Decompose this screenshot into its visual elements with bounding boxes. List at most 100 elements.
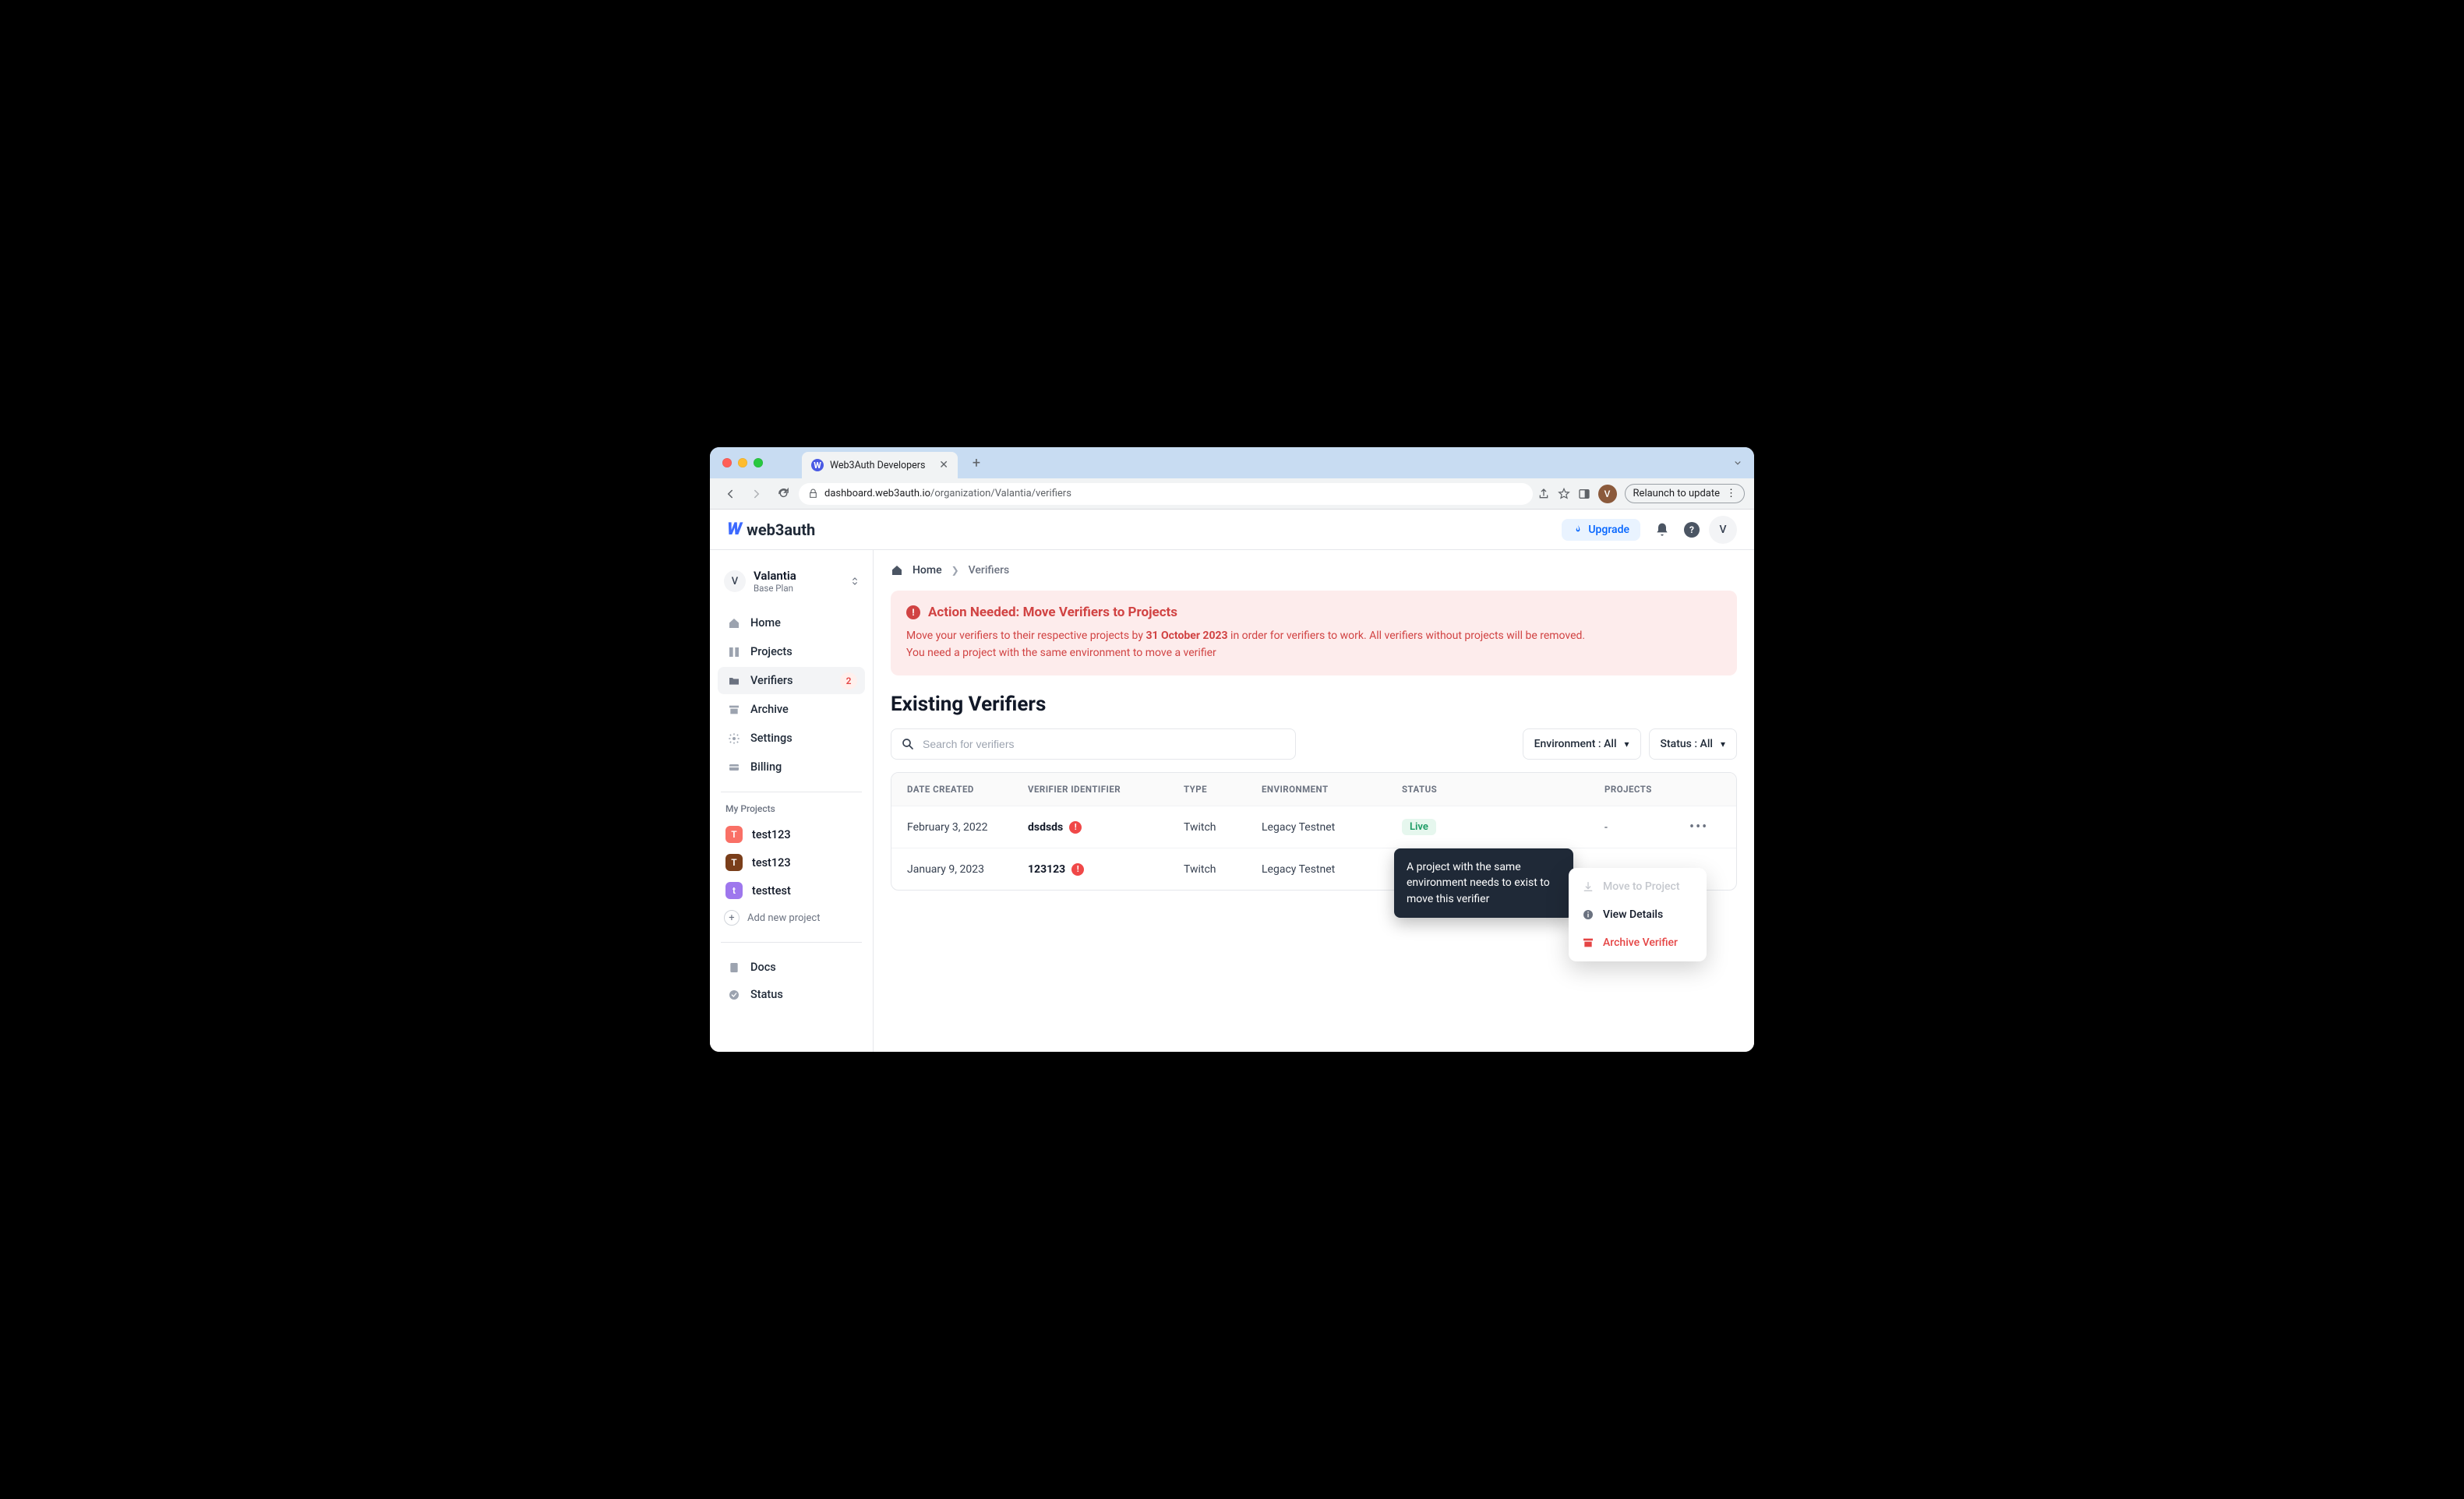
flame-icon — [1573, 524, 1583, 535]
lock-icon — [808, 488, 818, 499]
archive-icon — [1581, 936, 1595, 949]
divider — [721, 942, 862, 943]
sidebar-item-status[interactable]: Status — [718, 981, 865, 1008]
sidebar-item-billing[interactable]: Billing — [718, 753, 865, 781]
alert-icon: ! — [906, 605, 920, 619]
url-path: /organization/Valantia/verifiers — [930, 488, 1071, 499]
share-icon[interactable] — [1537, 488, 1550, 500]
col-type: TYPE — [1184, 784, 1262, 795]
breadcrumb: Home ❯ Verifiers — [891, 564, 1737, 577]
page-title: Existing Verifiers — [891, 693, 1737, 716]
profile-avatar[interactable]: V — [1598, 485, 1617, 503]
home-icon[interactable] — [891, 564, 903, 577]
reload-button[interactable] — [772, 483, 794, 505]
sidebar-item-docs[interactable]: Docs — [718, 954, 865, 981]
chevron-right-icon: ❯ — [951, 565, 959, 576]
browser-toolbar: dashboard.web3auth.io/organization/Valan… — [710, 478, 1754, 510]
app-body: V Valantia Base Plan Home — [710, 550, 1754, 1052]
toolbar-actions: V Relaunch to update ⋮ — [1537, 484, 1745, 503]
filter-group: Environment : All ▾ Status : All ▾ — [1523, 728, 1737, 760]
col-date: DATE CREATED — [907, 784, 1028, 795]
brand-name: web3auth — [747, 520, 815, 539]
upgrade-button[interactable]: Upgrade — [1562, 519, 1640, 541]
chevron-down-icon: ▾ — [1625, 739, 1629, 750]
search-icon — [901, 737, 915, 751]
col-status: STATUS — [1402, 784, 1604, 795]
new-tab-button[interactable]: + — [967, 453, 986, 472]
maximize-window-icon[interactable] — [754, 458, 763, 467]
logo-mark-icon: W — [725, 520, 744, 539]
close-window-icon[interactable] — [722, 458, 732, 467]
card-icon — [727, 761, 741, 774]
relaunch-button[interactable]: Relaunch to update ⋮ — [1625, 484, 1745, 503]
alert-title: ! Action Needed: Move Verifiers to Proje… — [906, 605, 1721, 620]
sidebar-item-settings[interactable]: Settings — [718, 725, 865, 752]
archive-icon — [727, 704, 741, 716]
chevron-down-icon: ▾ — [1721, 739, 1725, 750]
kebab-icon: ⋮ — [1726, 488, 1736, 499]
table-row: February 3, 2022 dsdsds ! Twitch Legacy … — [891, 806, 1736, 848]
col-environment: ENVIRONMENT — [1262, 784, 1402, 795]
status-icon — [727, 989, 741, 1001]
sidebar-item-home[interactable]: Home — [718, 609, 865, 637]
menu-archive-verifier[interactable]: Archive Verifier — [1569, 929, 1707, 957]
cell-projects: - — [1604, 821, 1689, 834]
forward-button[interactable] — [746, 483, 768, 505]
folder-icon — [727, 675, 741, 687]
notifications-icon[interactable] — [1650, 517, 1675, 542]
table-header: DATE CREATED VERIFIER IDENTIFIER TYPE EN… — [891, 773, 1736, 806]
move-icon — [1581, 880, 1595, 893]
org-switcher[interactable]: V Valantia Base Plan — [718, 564, 865, 598]
minimize-window-icon[interactable] — [738, 458, 747, 467]
browser-tabs: W Web3Auth Developers ✕ — [802, 447, 958, 478]
row-actions-button[interactable]: ••• — [1689, 819, 1721, 835]
project-badge: T — [725, 854, 743, 871]
menu-view-details[interactable]: View Details — [1569, 901, 1707, 929]
org-badge: V — [724, 570, 746, 592]
alert-banner: ! Action Needed: Move Verifiers to Proje… — [891, 591, 1737, 675]
project-item[interactable]: t testtest — [718, 876, 865, 905]
col-projects: PROJECTS — [1604, 784, 1689, 795]
window-menu-icon[interactable] — [1732, 457, 1743, 468]
sidebar-item-archive[interactable]: Archive — [718, 696, 865, 723]
project-item[interactable]: T test123 — [718, 820, 865, 848]
breadcrumb-home[interactable]: Home — [913, 564, 942, 577]
grid-icon — [727, 646, 741, 658]
bookmark-icon[interactable] — [1558, 488, 1570, 500]
project-badge: T — [725, 826, 743, 843]
row-context-menu: Move to Project View Details Archive Ver… — [1569, 868, 1707, 961]
user-avatar[interactable]: V — [1709, 516, 1737, 544]
home-icon — [727, 617, 741, 630]
browser-tab-active[interactable]: W Web3Auth Developers ✕ — [802, 452, 958, 478]
url-host: dashboard.web3auth.io — [824, 488, 930, 499]
close-tab-icon[interactable]: ✕ — [939, 459, 948, 471]
app-header: W web3auth Upgrade ? V — [710, 510, 1754, 550]
menu-move-to-project: Move to Project — [1569, 873, 1707, 901]
favicon-icon: W — [811, 459, 824, 471]
sidebar-item-projects[interactable]: Projects — [718, 638, 865, 665]
cell-status: Live — [1402, 819, 1604, 835]
search-input[interactable] — [923, 738, 1286, 750]
sidebar-item-verifiers[interactable]: Verifiers 2 — [718, 667, 865, 694]
project-item[interactable]: T test123 — [718, 848, 865, 876]
brand-logo[interactable]: W web3auth — [727, 520, 815, 539]
plus-icon: + — [724, 910, 740, 926]
gear-icon — [727, 732, 741, 745]
help-icon[interactable]: ? — [1684, 522, 1700, 538]
col-identifier: VERIFIER IDENTIFIER — [1028, 784, 1184, 795]
cell-env: Legacy Testnet — [1262, 821, 1402, 834]
breadcrumb-current: Verifiers — [969, 564, 1010, 577]
filter-status[interactable]: Status : All ▾ — [1649, 728, 1737, 760]
filter-environment[interactable]: Environment : All ▾ — [1523, 728, 1641, 760]
main-content: Home ❯ Verifiers ! Action Needed: Move V… — [874, 550, 1754, 1052]
cell-identifier: dsdsds ! — [1028, 821, 1184, 834]
app-root: W web3auth Upgrade ? V — [710, 510, 1754, 1052]
org-plan: Base Plan — [754, 583, 796, 594]
back-button[interactable] — [719, 483, 741, 505]
tooltip: A project with the same environment need… — [1394, 848, 1573, 918]
cell-date: February 3, 2022 — [907, 821, 1028, 834]
panel-icon[interactable] — [1578, 488, 1590, 500]
cell-date: January 9, 2023 — [907, 863, 1028, 876]
address-bar[interactable]: dashboard.web3auth.io/organization/Valan… — [799, 483, 1533, 505]
add-project-button[interactable]: + Add new project — [718, 905, 865, 931]
